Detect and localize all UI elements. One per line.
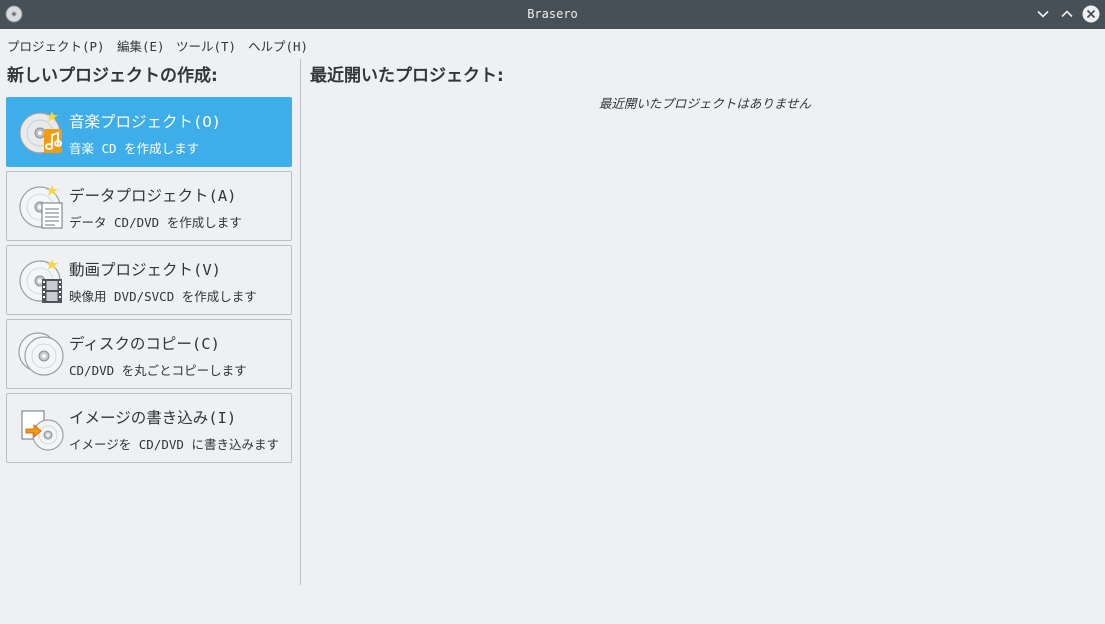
menu-project[interactable]: プロジェクト(P) xyxy=(7,36,105,55)
maximize-icon[interactable] xyxy=(1058,5,1076,23)
menu-edit[interactable]: 編集(E) xyxy=(117,36,165,55)
no-recent-projects-message: 最近開いたプロジェクトはありません xyxy=(598,96,812,111)
audio-project-button[interactable]: 音楽プロジェクト(O) 音楽 CD を作成します xyxy=(6,97,292,167)
video-disc-icon xyxy=(19,259,62,303)
copy-disc-subtitle: CD/DVD を丸ごとコピーします xyxy=(69,363,247,378)
copy-disc-icon xyxy=(18,332,64,376)
video-project-subtitle: 映像用 DVD/SVCD を作成します xyxy=(69,289,257,304)
close-icon[interactable] xyxy=(1082,5,1100,23)
menu-bar: プロジェクト(P) 編集(E) ツール(T) ヘルプ(H) xyxy=(0,29,1105,57)
data-project-subtitle: データ CD/DVD を作成します xyxy=(69,215,242,230)
menu-tools[interactable]: ツール(T) xyxy=(176,36,236,55)
audio-cd-icon xyxy=(19,111,62,154)
burn-image-button[interactable]: イメージの書き込み(I) イメージを CD/DVD に書き込みます xyxy=(6,393,292,463)
burn-image-title: イメージの書き込み(I) xyxy=(69,409,237,427)
burn-image-subtitle: イメージを CD/DVD に書き込みます xyxy=(69,437,279,452)
copy-disc-title: ディスクのコピー(C) xyxy=(69,335,220,353)
audio-project-subtitle: 音楽 CD を作成します xyxy=(69,141,200,156)
minimize-icon[interactable] xyxy=(1034,5,1052,23)
menu-help[interactable]: ヘルプ(H) xyxy=(248,36,308,55)
data-project-button[interactable]: データプロジェクト(A) データ CD/DVD を作成します xyxy=(6,171,292,241)
data-disc-icon xyxy=(19,185,63,229)
copy-disc-button[interactable]: ディスクのコピー(C) CD/DVD を丸ごとコピーします xyxy=(6,319,292,389)
new-project-heading: 新しいプロジェクトの作成: xyxy=(7,66,218,86)
recent-projects-heading: 最近開いたプロジェクト: xyxy=(310,66,504,86)
burn-image-icon xyxy=(21,410,64,451)
title-bar: Brasero xyxy=(0,0,1105,29)
video-project-title: 動画プロジェクト(V) xyxy=(69,261,221,279)
audio-project-title: 音楽プロジェクト(O) xyxy=(69,113,221,131)
panel-divider[interactable] xyxy=(300,59,301,585)
window-title: Brasero xyxy=(527,7,578,21)
video-project-button[interactable]: 動画プロジェクト(V) 映像用 DVD/SVCD を作成します xyxy=(6,245,292,315)
data-project-title: データプロジェクト(A) xyxy=(69,187,237,205)
